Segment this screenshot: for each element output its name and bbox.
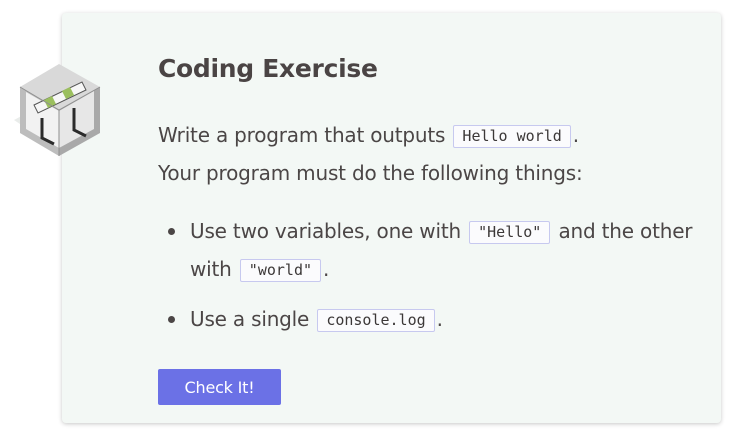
intro-text: Your program must do the following thing… (158, 161, 583, 185)
list-item: Use two variables, one with "Hello" and … (168, 213, 710, 289)
bullet-icon (168, 316, 175, 323)
task-text: Use two variables, one with (190, 219, 468, 243)
task-punctuation: . (436, 307, 443, 331)
inline-code: "world" (239, 259, 322, 282)
exercise-intro: Write a program that outputs Hello world… (158, 117, 678, 191)
check-it-button[interactable]: Check It! (158, 369, 281, 405)
inline-code: "Hello" (469, 221, 551, 244)
inline-code: console.log (317, 309, 435, 332)
inline-code: Hello world (453, 125, 571, 148)
hurdle-cube-icon (14, 64, 101, 156)
intro-text: Write a program that outputs (158, 123, 452, 147)
task-list: Use two variables, one with "Hello" and … (158, 213, 710, 351)
exercise-title: Coding Exercise (158, 54, 378, 83)
task-punctuation: . (323, 257, 330, 281)
task-text: Use a single (190, 307, 316, 331)
intro-punctuation: . (572, 123, 579, 147)
bullet-icon (168, 228, 175, 235)
list-item: Use a single console.log. (168, 301, 710, 339)
